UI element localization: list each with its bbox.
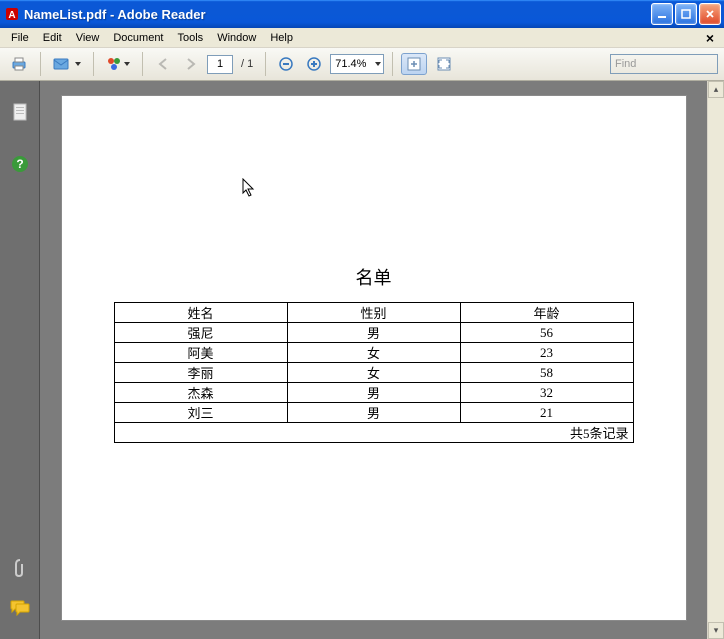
envelope-button[interactable] bbox=[49, 52, 85, 76]
fullscreen-button[interactable] bbox=[431, 53, 457, 75]
collab-button[interactable] bbox=[102, 52, 134, 76]
next-page-button[interactable] bbox=[179, 52, 203, 76]
table-row: 强尼 男 56 bbox=[114, 323, 633, 343]
maximize-button[interactable] bbox=[675, 3, 697, 25]
table-row: 李丽 女 58 bbox=[114, 363, 633, 383]
zoom-value: 71.4% bbox=[335, 58, 366, 70]
menu-tools[interactable]: Tools bbox=[171, 30, 211, 46]
page-total-label: / 1 bbox=[237, 58, 257, 70]
svg-text:A: A bbox=[8, 10, 15, 21]
table-row: 杰森 男 32 bbox=[114, 383, 633, 403]
document-title: 名单 bbox=[62, 264, 686, 290]
menu-bar: File Edit View Document Tools Window Hel… bbox=[0, 28, 724, 48]
chevron-down-icon bbox=[375, 62, 381, 66]
cell-gender: 男 bbox=[287, 403, 460, 423]
main-area: ? 名单 姓名 性别 bbox=[0, 81, 724, 639]
chevron-down-icon bbox=[75, 62, 81, 66]
footer-cell: 共5条记录 bbox=[114, 423, 633, 443]
app-icon: A bbox=[4, 6, 20, 22]
cell-name: 李丽 bbox=[114, 363, 287, 383]
cell-gender: 女 bbox=[287, 363, 460, 383]
menu-edit[interactable]: Edit bbox=[36, 30, 69, 46]
cell-gender: 男 bbox=[287, 323, 460, 343]
scroll-up-button[interactable]: ▴ bbox=[708, 81, 724, 98]
svg-text:?: ? bbox=[16, 157, 23, 171]
menu-file[interactable]: File bbox=[4, 30, 36, 46]
scroll-mode-button[interactable] bbox=[401, 53, 427, 75]
attachments-panel-icon[interactable] bbox=[9, 557, 31, 579]
document-viewport: 名单 姓名 性别 年龄 强尼 男 56 bbox=[40, 81, 724, 639]
table-row: 刘三 男 21 bbox=[114, 403, 633, 423]
cursor-icon bbox=[242, 178, 256, 203]
table-row: 阿美 女 23 bbox=[114, 343, 633, 363]
page-number-input[interactable] bbox=[207, 55, 233, 74]
zoom-in-button[interactable] bbox=[302, 52, 326, 76]
separator bbox=[93, 52, 94, 76]
col-name: 姓名 bbox=[114, 303, 287, 323]
print-button[interactable] bbox=[6, 52, 32, 76]
menu-document[interactable]: Document bbox=[106, 30, 170, 46]
scroll-track[interactable] bbox=[708, 98, 724, 622]
data-table: 姓名 性别 年龄 强尼 男 56 阿美 女 bbox=[114, 302, 634, 443]
cell-age: 58 bbox=[460, 363, 633, 383]
comments-panel-icon[interactable] bbox=[9, 597, 31, 619]
help-panel-icon[interactable]: ? bbox=[9, 153, 31, 175]
col-age: 年龄 bbox=[460, 303, 633, 323]
cell-age: 23 bbox=[460, 343, 633, 363]
separator bbox=[40, 52, 41, 76]
cell-age: 56 bbox=[460, 323, 633, 343]
document-scroll[interactable]: 名单 姓名 性别 年龄 强尼 男 56 bbox=[40, 81, 707, 639]
col-gender: 性别 bbox=[287, 303, 460, 323]
title-bar: A NameList.pdf - Adobe Reader bbox=[0, 0, 724, 28]
document-close-button[interactable]: × bbox=[700, 30, 720, 46]
pdf-page: 名单 姓名 性别 年龄 强尼 男 56 bbox=[61, 95, 687, 621]
vertical-scrollbar[interactable]: ▴ ▾ bbox=[707, 81, 724, 639]
find-input[interactable]: Find bbox=[610, 54, 718, 74]
zoom-select[interactable]: 71.4% bbox=[330, 54, 384, 74]
window-title: NameList.pdf - Adobe Reader bbox=[24, 7, 651, 22]
separator bbox=[392, 52, 393, 76]
chevron-down-icon bbox=[124, 62, 130, 66]
minimize-button[interactable] bbox=[651, 3, 673, 25]
scroll-down-button[interactable]: ▾ bbox=[708, 622, 724, 639]
nav-sidebar: ? bbox=[0, 81, 40, 639]
cell-name: 强尼 bbox=[114, 323, 287, 343]
pages-panel-icon[interactable] bbox=[9, 101, 31, 123]
menu-window[interactable]: Window bbox=[210, 30, 263, 46]
cell-age: 21 bbox=[460, 403, 633, 423]
prev-page-button[interactable] bbox=[151, 52, 175, 76]
cell-gender: 女 bbox=[287, 343, 460, 363]
zoom-out-button[interactable] bbox=[274, 52, 298, 76]
close-button[interactable] bbox=[699, 3, 721, 25]
toolbar: / 1 71.4% Find bbox=[0, 48, 724, 81]
find-placeholder: Find bbox=[615, 58, 636, 70]
cell-name: 杰森 bbox=[114, 383, 287, 403]
table-footer-row: 共5条记录 bbox=[114, 423, 633, 443]
cell-name: 阿美 bbox=[114, 343, 287, 363]
separator bbox=[265, 52, 266, 76]
cell-name: 刘三 bbox=[114, 403, 287, 423]
menu-view[interactable]: View bbox=[69, 30, 107, 46]
cell-age: 32 bbox=[460, 383, 633, 403]
menu-help[interactable]: Help bbox=[263, 30, 300, 46]
cell-gender: 男 bbox=[287, 383, 460, 403]
table-header-row: 姓名 性别 年龄 bbox=[114, 303, 633, 323]
separator bbox=[142, 52, 143, 76]
